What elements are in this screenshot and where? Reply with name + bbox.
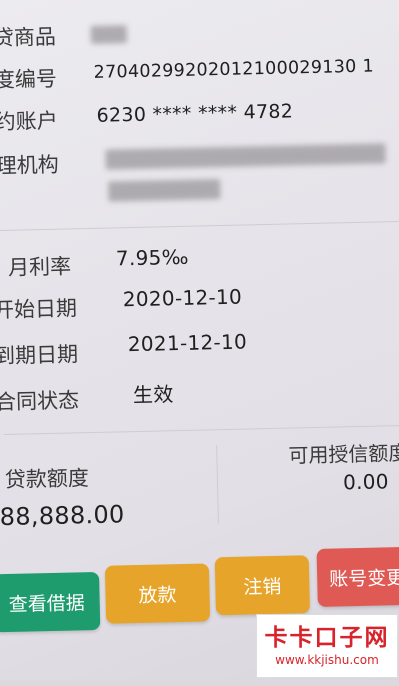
org-label: 理机构 [0, 152, 60, 179]
monthly-rate-label: 月利率 [7, 254, 72, 280]
start-date-label: 开始日期 [0, 296, 78, 323]
product-label: 贷商品 [0, 24, 57, 51]
disburse-button[interactable]: 放款 [104, 563, 211, 624]
loan-amount-value: 88,888.00 [0, 500, 125, 532]
amount-vertical-divider [216, 445, 219, 524]
account-change-button[interactable]: 账号变更 [316, 546, 399, 607]
watermark-url: www.kkjishu.com [275, 653, 379, 667]
disburse-label: 放款 [138, 583, 177, 607]
org-value-redacted-1 [105, 143, 386, 170]
watermark-title: 卡卡口子网 [264, 625, 390, 651]
end-date-value: 2021-12-10 [127, 329, 248, 357]
available-credit-value: 0.00 [342, 469, 390, 495]
product-value-redacted [90, 25, 128, 44]
status-value: 生效 [132, 382, 174, 408]
start-date-value: 2020-12-10 [122, 284, 243, 312]
account-label: 约账户 [0, 108, 59, 135]
contract-no-label: 度编号 [0, 66, 58, 93]
loan-amount-label: 贷款额度 [4, 466, 90, 493]
section-divider [0, 220, 399, 232]
available-credit-label: 可用授信额度 [288, 440, 399, 468]
contract-detail-panel: 贷商品 度编号 27040299202012100029130 1 约账户 62… [0, 0, 399, 686]
monthly-rate-value: 7.95‰ [115, 244, 190, 271]
status-label: 合同状态 [0, 388, 80, 415]
end-date-label: 到期日期 [0, 342, 79, 369]
account-value: 6230 **** **** 4782 [96, 100, 294, 127]
account-change-label: 账号变更 [328, 566, 399, 591]
org-value-redacted-2 [108, 179, 221, 202]
cancel-label: 注销 [243, 575, 282, 599]
cancel-button[interactable]: 注销 [214, 555, 310, 616]
view-receipt-button[interactable]: 查看借据 [0, 571, 101, 633]
view-receipt-label: 查看借据 [8, 591, 85, 616]
amount-divider [3, 424, 399, 436]
loan-contract-screen: 贷商品 度编号 27040299202012100029130 1 约账户 62… [0, 0, 399, 680]
contract-no-value: 27040299202012100029130 1 [93, 56, 375, 83]
site-watermark: 卡卡口子网 www.kkjishu.com [256, 614, 398, 678]
